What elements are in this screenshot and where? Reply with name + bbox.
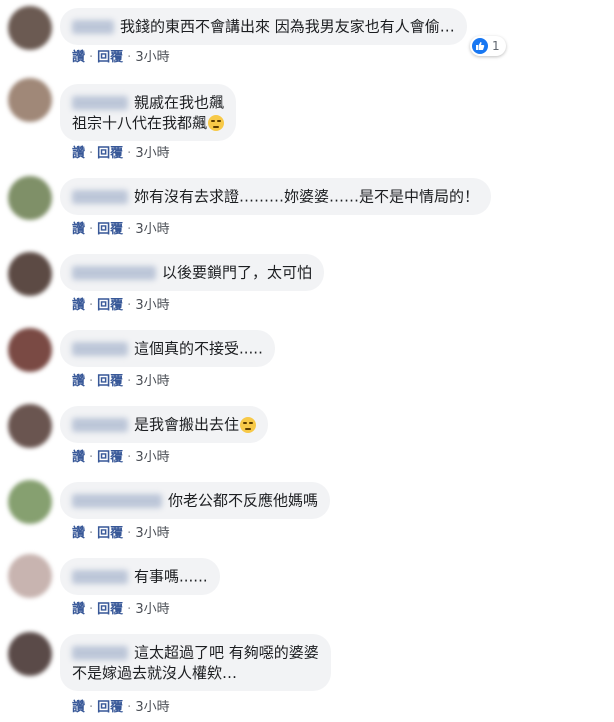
separator: · [89, 602, 94, 617]
commenter-name[interactable] [72, 265, 156, 280]
comment-bubble: 你老公都不反應他媽嗎 [60, 482, 331, 519]
commenter-name[interactable] [72, 341, 128, 356]
comment-bubble: 有事嗎...... [60, 558, 220, 595]
like-link[interactable]: 讚 [72, 700, 85, 715]
like-link[interactable]: 讚 [72, 602, 85, 617]
like-link[interactable]: 讚 [72, 50, 85, 65]
like-link[interactable]: 讚 [72, 450, 85, 465]
comment-actions: 讚 · 回覆 · 3小時 [72, 146, 170, 162]
comment-text-line1: 這太超過了吧 有夠噁的婆婆 [134, 643, 319, 662]
comment-bubble: 以後要鎖門了，太可怕 [60, 254, 325, 291]
reaction-badge[interactable]: 1 [470, 36, 506, 56]
comment-bubble: 妳有沒有去求證………妳婆婆……是不是中情局的！ [60, 178, 492, 215]
separator: · [127, 50, 132, 65]
avatar[interactable] [8, 78, 52, 122]
separator: · [89, 222, 94, 237]
separator: · [89, 50, 94, 65]
avatar[interactable] [8, 554, 52, 598]
reply-link[interactable]: 回覆 [97, 700, 123, 715]
comment-actions: 讚 · 回覆 · 3小時 [72, 222, 170, 238]
timestamp[interactable]: 3小時 [135, 298, 169, 313]
separator: · [89, 700, 94, 715]
avatar[interactable] [8, 252, 52, 296]
commenter-name[interactable] [72, 189, 128, 204]
timestamp[interactable]: 3小時 [135, 450, 169, 465]
commenter-name[interactable] [72, 19, 114, 34]
separator: · [127, 700, 132, 715]
commenter-name[interactable] [72, 417, 128, 432]
avatar[interactable] [8, 328, 52, 372]
comment-text-line2: 不是嫁過去就沒人權欸… [72, 663, 238, 682]
comment-text: 有事嗎...... [134, 567, 208, 586]
reply-link[interactable]: 回覆 [97, 450, 123, 465]
rolling-eyes-emoji-icon [208, 115, 225, 131]
separator: · [127, 222, 132, 237]
commenter-name[interactable] [72, 493, 162, 508]
comment-bubble: 這太超過了吧 有夠噁的婆婆 不是嫁過去就沒人權欸… [60, 634, 331, 691]
reply-link[interactable]: 回覆 [97, 222, 123, 237]
timestamp[interactable]: 3小時 [135, 526, 169, 541]
comment-text: 是我會搬出去住 [134, 415, 240, 434]
comment-text: 妳有沒有去求證………妳婆婆……是不是中情局的！ [134, 187, 480, 206]
separator: · [127, 146, 132, 161]
comment-actions: 讚 · 回覆 · 3小時 [72, 700, 170, 716]
timestamp[interactable]: 3小時 [135, 50, 169, 65]
comment-bubble: 我錢的東西不會講出來 因為我男友家也有人會偷… [60, 8, 467, 45]
reply-link[interactable]: 回覆 [97, 374, 123, 389]
separator: · [89, 450, 94, 465]
timestamp[interactable]: 3小時 [135, 602, 169, 617]
commenter-name[interactable] [72, 645, 128, 660]
avatar[interactable] [8, 404, 52, 448]
separator: · [127, 450, 132, 465]
separator: · [127, 526, 132, 541]
comment-text-line2: 祖宗十八代在我都飆 [72, 113, 208, 132]
thumbs-up-icon [472, 38, 488, 54]
comment-text: 你老公都不反應他媽嗎 [168, 491, 319, 510]
timestamp[interactable]: 3小時 [135, 222, 169, 237]
like-link[interactable]: 讚 [72, 374, 85, 389]
avatar[interactable] [8, 6, 52, 50]
separator: · [89, 526, 94, 541]
reply-link[interactable]: 回覆 [97, 298, 123, 313]
avatar[interactable] [8, 632, 52, 676]
separator: · [127, 374, 132, 389]
timestamp[interactable]: 3小時 [135, 146, 169, 161]
timestamp[interactable]: 3小時 [135, 374, 169, 389]
like-link[interactable]: 讚 [72, 146, 85, 161]
avatar[interactable] [8, 480, 52, 524]
separator: · [89, 298, 94, 313]
separator: · [89, 146, 94, 161]
comment-actions: 讚 · 回覆 · 3小時 [72, 374, 170, 390]
comment-actions: 讚 · 回覆 · 3小時 [72, 526, 170, 542]
separator: · [127, 298, 132, 313]
separator: · [89, 374, 94, 389]
comment-actions: 讚 · 回覆 · 3小時 [72, 450, 170, 466]
avatar[interactable] [8, 176, 52, 220]
comment-actions: 讚 · 回覆 · 3小時 [72, 50, 170, 66]
like-link[interactable]: 讚 [72, 222, 85, 237]
reaction-count: 1 [492, 39, 500, 53]
comment-bubble: 這個真的不接受..... [60, 330, 275, 367]
comment-bubble: 親戚在我也飆 祖宗十八代在我都飆 [60, 84, 237, 141]
like-link[interactable]: 讚 [72, 298, 85, 313]
comment-actions: 讚 · 回覆 · 3小時 [72, 298, 170, 314]
comment-bubble: 是我會搬出去住 [60, 406, 269, 443]
reply-link[interactable]: 回覆 [97, 526, 123, 541]
like-link[interactable]: 讚 [72, 526, 85, 541]
comment-text: 以後要鎖門了，太可怕 [162, 263, 313, 282]
timestamp[interactable]: 3小時 [135, 700, 169, 715]
expressionless-emoji-icon [240, 416, 257, 433]
commenter-name[interactable] [72, 95, 128, 110]
separator: · [127, 602, 132, 617]
comment-text: 我錢的東西不會講出來 因為我男友家也有人會偷… [120, 17, 455, 36]
comment-text-line1: 親戚在我也飆 [134, 93, 225, 112]
reply-link[interactable]: 回覆 [97, 50, 123, 65]
comment-text: 這個真的不接受..... [134, 339, 263, 358]
reply-link[interactable]: 回覆 [97, 146, 123, 161]
comment-actions: 讚 · 回覆 · 3小時 [72, 602, 170, 618]
reply-link[interactable]: 回覆 [97, 602, 123, 617]
commenter-name[interactable] [72, 569, 128, 584]
